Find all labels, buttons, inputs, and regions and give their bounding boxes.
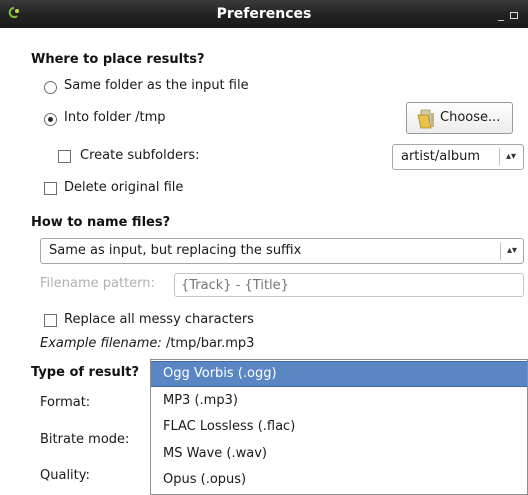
format-option-flac[interactable]: FLAC Lossless (.flac) [151,414,527,440]
maximize-icon[interactable] [510,12,518,19]
bitrate-mode-label: Bitrate mode: [40,432,130,447]
radio-selected-dot [48,117,53,122]
create-subfolders-checkbox[interactable] [58,150,71,163]
choose-button[interactable]: Choose... [406,102,513,134]
subfolder-pattern-select[interactable]: artist/album ▴▾ [392,144,524,170]
filename-pattern-field[interactable] [175,274,523,296]
filename-pattern-label: Filename pattern: [40,276,155,291]
format-dropdown-list: Ogg Vorbis (.ogg) MP3 (.mp3) FLAC Lossle… [150,359,528,495]
format-option-mp3[interactable]: MP3 (.mp3) [151,388,527,414]
format-option-wav[interactable]: MS Wave (.wav) [151,441,527,467]
example-filename: Example filename: /tmp/bar.mp3 [40,334,254,354]
result-heading: Type of result? [31,365,139,380]
naming-heading: How to name files? [31,215,171,230]
chevron-updown-icon: ▴▾ [506,245,518,256]
format-option-opus[interactable]: Opus (.opus) [151,467,527,493]
same-folder-label[interactable]: Same folder as the input file [64,76,249,96]
chevron-updown-icon: ▴▾ [505,151,517,162]
quality-label: Quality: [40,468,90,483]
replace-messy-checkbox[interactable] [44,314,57,327]
subfolder-pattern-value: artist/album [401,149,481,164]
delete-original-label[interactable]: Delete original file [64,178,183,198]
filename-pattern-input[interactable] [174,273,524,297]
replace-messy-label[interactable]: Replace all messy characters [64,310,254,330]
example-filename-value: /tmp/bar.mp3 [165,336,255,351]
naming-scheme-value: Same as input, but replacing the suffix [49,243,302,258]
window-title: Preferences [216,6,312,22]
same-folder-radio[interactable] [44,81,57,94]
naming-scheme-select[interactable]: Same as input, but replacing the suffix … [40,238,524,264]
choose-button-label: Choose... [440,110,501,125]
example-filename-prefix: Example filename: [40,336,162,351]
title-bar: Preferences _ [0,0,528,28]
place-heading: Where to place results? [31,52,205,67]
format-label: Format: [40,395,91,410]
delete-original-checkbox[interactable] [44,182,57,195]
folder-icon [415,109,437,133]
format-option-ogg[interactable]: Ogg Vorbis (.ogg) [151,361,527,387]
preferences-panel: Where to place results? Same folder as t… [0,28,528,495]
into-folder-label[interactable]: Into folder /tmp [64,108,166,128]
create-subfolders-label[interactable]: Create subfolders: [80,146,199,166]
into-folder-radio[interactable] [44,113,57,126]
minimize-icon[interactable]: _ [494,3,508,23]
